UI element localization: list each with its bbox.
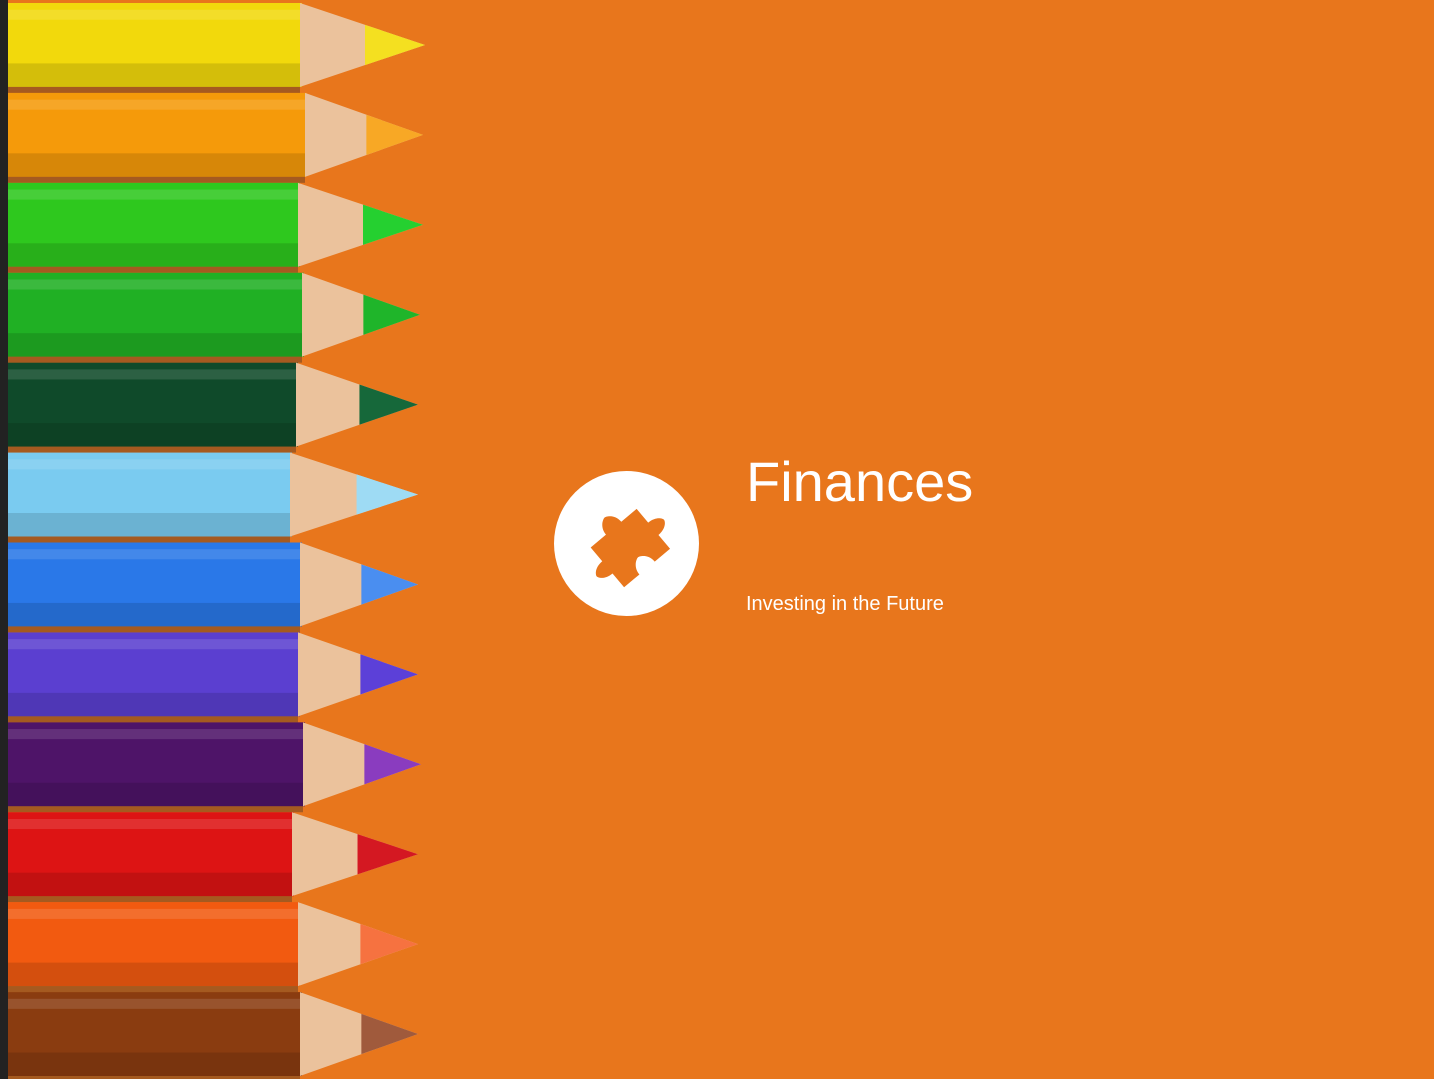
pencil-gap xyxy=(0,356,302,363)
pencil-shade xyxy=(0,872,294,897)
pencil-shade xyxy=(0,962,300,987)
slide-title: Finances xyxy=(746,450,974,513)
pencil-gap xyxy=(0,626,300,633)
colored-pencils-image xyxy=(0,0,450,1079)
pencil-gap xyxy=(0,896,292,903)
pencil xyxy=(0,452,418,543)
pencil-highlight xyxy=(0,369,298,380)
pencil xyxy=(0,182,423,273)
pencil xyxy=(0,902,418,993)
pencil xyxy=(0,992,418,1079)
pencil-gap xyxy=(0,986,298,993)
pencil-shade xyxy=(0,692,300,717)
pencil-shade xyxy=(0,602,302,627)
puzzle-icon-badge xyxy=(554,471,699,616)
title-slide: Finances Investing in the Future xyxy=(0,0,1434,1079)
pencil-highlight xyxy=(0,639,300,650)
pencil-gap xyxy=(0,536,290,543)
pencil-lead xyxy=(361,1013,418,1055)
pencil-shade xyxy=(0,243,300,267)
pencil-gap xyxy=(0,716,298,723)
pencil-highlight xyxy=(0,998,302,1009)
pencil-lead xyxy=(366,114,423,156)
pencil xyxy=(0,272,420,363)
pencil-highlight xyxy=(0,459,292,470)
pencil-lead xyxy=(364,744,421,785)
pencil xyxy=(0,3,425,93)
pencil-lead xyxy=(363,204,423,245)
pencil-highlight xyxy=(0,279,304,290)
pencil-shade xyxy=(0,153,307,177)
pencil-highlight xyxy=(0,818,294,830)
pencil-lead xyxy=(359,384,418,425)
pencil-lead xyxy=(360,654,418,695)
pencil-shade xyxy=(0,513,292,537)
pencil xyxy=(0,362,418,453)
pencil-shade xyxy=(0,423,298,447)
pencil-shade xyxy=(0,63,302,87)
pencil xyxy=(0,812,418,903)
left-edge-border xyxy=(0,0,8,1079)
pencil-lead xyxy=(363,294,420,335)
pencil-shade xyxy=(0,1052,302,1076)
pencil-gap xyxy=(0,446,296,453)
pencil-lead xyxy=(360,923,418,965)
pencil-gap xyxy=(0,176,305,183)
pencil-gap xyxy=(0,806,303,813)
pencil-shade xyxy=(0,782,305,807)
slide-subtitle: Investing in the Future xyxy=(746,593,944,615)
pencil-lead xyxy=(356,474,418,515)
pencil-lead xyxy=(365,24,425,66)
pencil-shade xyxy=(0,333,304,357)
pencil-lead xyxy=(361,564,418,605)
pencil-highlight xyxy=(0,99,307,110)
pencil xyxy=(0,632,418,723)
pencil xyxy=(0,542,418,633)
pencil-highlight xyxy=(0,189,300,200)
puzzle-piece-icon xyxy=(590,508,671,588)
pencil-highlight xyxy=(0,729,305,740)
colored-pencils-graphic xyxy=(0,3,425,1079)
pencil xyxy=(0,92,423,183)
pencil xyxy=(0,722,421,813)
pencil-highlight xyxy=(0,549,302,560)
pencil-gap xyxy=(0,266,298,273)
pencil-gap xyxy=(0,86,300,93)
pencil-lead xyxy=(357,834,418,875)
pencil-highlight xyxy=(0,908,300,919)
pencil-highlight xyxy=(0,9,302,20)
